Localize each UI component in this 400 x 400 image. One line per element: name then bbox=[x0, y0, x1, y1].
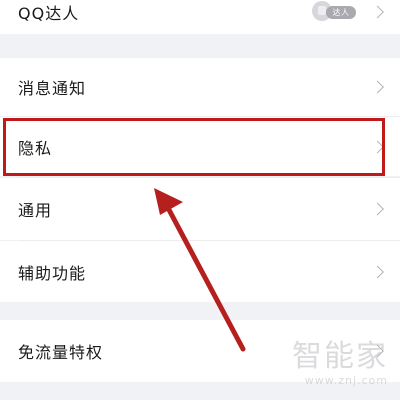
settings-screen: QQ达人 达人 消息通知 隐私 通用 辅助功能 免流量特权 智能家 www.zn… bbox=[0, 0, 400, 400]
arrow-annotation bbox=[154, 188, 246, 352]
arrow-shaft bbox=[164, 203, 246, 352]
